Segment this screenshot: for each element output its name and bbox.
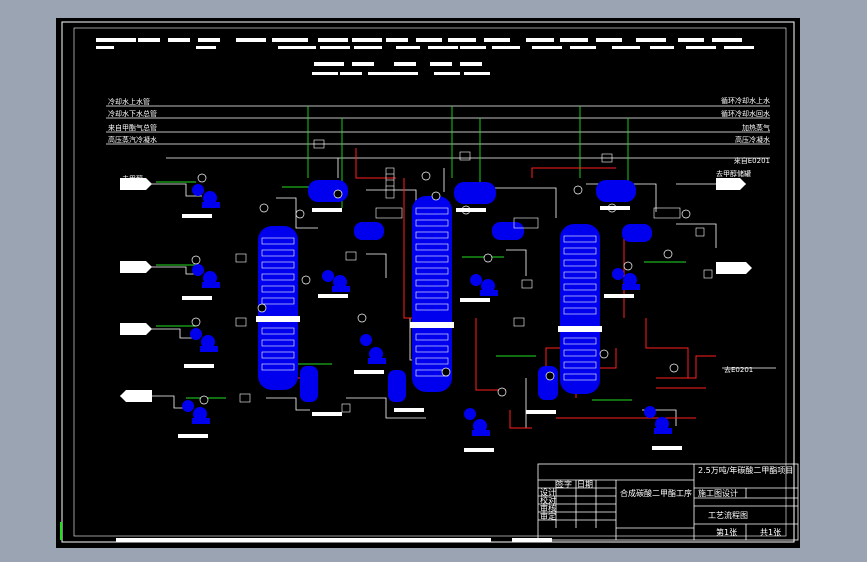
title-sheet: 第1张 — [716, 527, 737, 537]
utility-label-right-2: 循环冷却水回水 — [721, 109, 770, 118]
utility-label-left-2: 冷却水下水总管 — [108, 109, 157, 118]
outlet-label-methanol-tank: 去甲醇储罐 — [716, 169, 751, 178]
distillation-column-2 — [410, 196, 454, 392]
outlet-label-e0201: 去E0201 — [724, 365, 753, 374]
inlet-label-methanol: 去甲醇 — [122, 174, 143, 183]
vent-stack — [385, 167, 395, 199]
title-total: 共1张 — [760, 528, 781, 537]
title-drawing-title: 合成碳酸二甲酯工序 — [620, 488, 692, 498]
utility-label-right-3: 加热蒸气 — [742, 123, 770, 132]
title-stage: 施工图设计 — [698, 488, 738, 498]
title-project: 2.5万吨/年碳酸二甲酯项目 — [698, 465, 793, 475]
title-col-date: 日期 — [577, 480, 593, 489]
distillation-column-3 — [558, 224, 602, 394]
flow-diagram: 冷却水上水管 冷却水下水总管 来自甲酯气总管 高压蒸汽冷凝水 循环冷却水上水 循… — [60, 21, 799, 543]
utility-label-left-1: 冷却水上水管 — [108, 97, 150, 106]
utility-label-left-4: 高压蒸汽冷凝水 — [108, 135, 157, 144]
utility-label-right-5: 来自E0201 — [734, 156, 770, 165]
inlet-arrows — [120, 178, 152, 402]
utility-label-left-3: 来自甲酯气总管 — [108, 123, 157, 132]
title-drawing-name: 工艺流程图 — [708, 510, 748, 520]
title-col-sign: 签字 — [556, 479, 572, 489]
equipment-tag-row — [96, 38, 754, 75]
utility-label-right-4: 高压冷凝水 — [735, 135, 770, 144]
utility-label-right-1: 循环冷却水上水 — [721, 96, 770, 105]
utility-lines — [106, 105, 770, 159]
outlet-arrows — [716, 178, 752, 274]
left-marker — [60, 522, 62, 540]
title-role-approve: 审定 — [540, 511, 556, 521]
drawing-canvas: 冷却水上水管 冷却水下水总管 来自甲酯气总管 高压蒸汽冷凝水 循环冷却水上水 循… — [56, 18, 800, 548]
title-block — [537, 463, 799, 541]
scale-strip — [116, 538, 491, 542]
